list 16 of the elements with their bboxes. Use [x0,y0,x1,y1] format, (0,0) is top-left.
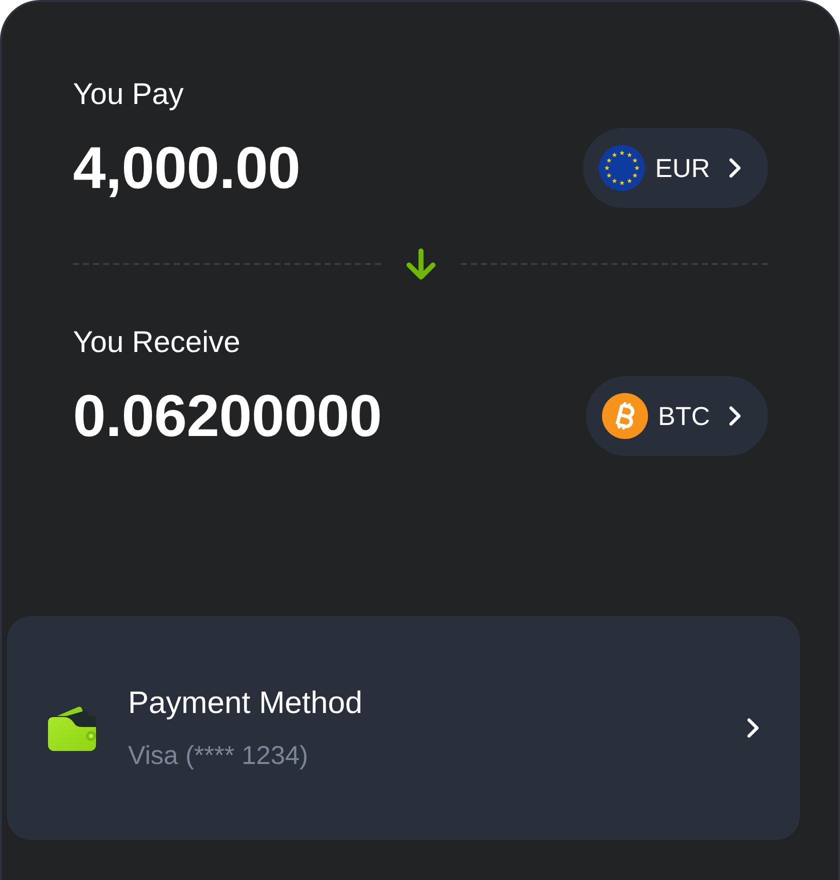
currency-selector[interactable]: BTC [586,376,768,456]
chevron-right-icon [728,405,742,427]
chevron-right-icon [746,716,760,740]
payment-method-title: Payment Method [128,684,364,722]
amount-label: You Pay [73,77,185,113]
eu-flag-icon [599,145,646,191]
arrow-down-icon [404,247,438,281]
payment-method-card[interactable]: Payment Method Visa (**** 1234) [7,616,800,840]
payment-card-detail: Visa (**** 1234) [128,739,310,772]
wallet-icon [48,705,96,751]
amount-value: 4,000.00 [73,134,300,203]
chevron-right-icon [728,157,742,179]
amount-value: 0.06200000 [73,382,382,451]
amount-label: You Receive [73,325,242,361]
bitcoin-icon [602,393,648,439]
currency-selector[interactable]: EUR [583,128,768,208]
